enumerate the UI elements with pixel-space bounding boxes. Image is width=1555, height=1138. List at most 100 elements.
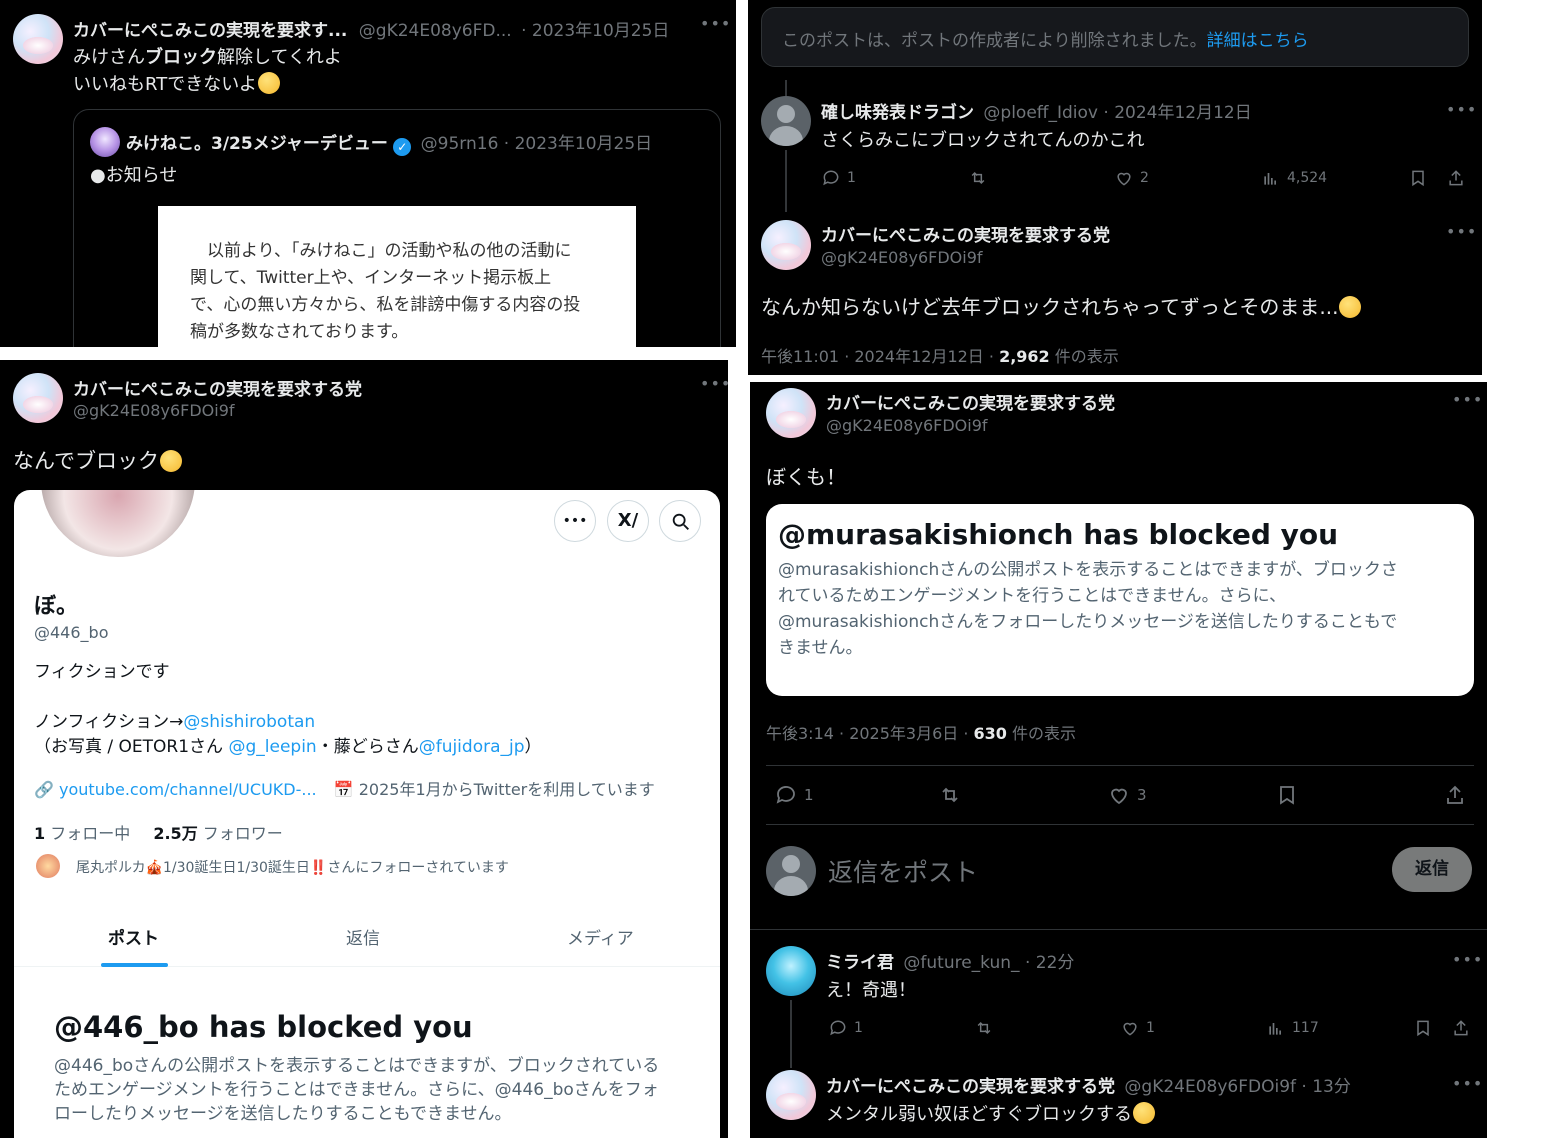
profile-website-link[interactable]: youtube.com/channel/UCUKD-... [59, 780, 317, 799]
profile-avatar [38, 490, 198, 560]
pleading-emoji-icon [1133, 1102, 1155, 1124]
repost-button[interactable] [974, 1018, 994, 1038]
author-avatar[interactable] [766, 1070, 816, 1120]
reply-submit-button[interactable]: 返信 [1392, 847, 1472, 892]
blocked-body: @murasakishionchさんの公開ポストを表示することはできますが、ブロ… [778, 560, 1398, 658]
blocked-body: @446_boさんの公開ポストを表示することはできますが、ブロックされている た… [54, 1056, 660, 1124]
more-icon[interactable]: ••• [700, 14, 731, 33]
more-icon[interactable]: ••• [1446, 222, 1477, 241]
reply-text: メンタル弱い奴ほどすぐブロックする [826, 1100, 1155, 1126]
repost-button[interactable] [968, 168, 988, 188]
repost-button[interactable] [938, 783, 962, 807]
reply-text: さくらみこにブロックされてんのかこれ [821, 130, 1145, 151]
like-button[interactable]: 1 [1120, 1018, 1155, 1038]
panel-tweet-profile: カバーにぺこみこの実現を要求する党 @gK24E08y6FDOi9f ••• な… [0, 360, 728, 1138]
crying-emoji-icon [257, 72, 280, 94]
post-text: ぼくも！ [766, 465, 846, 489]
more-icon[interactable]: ••• [700, 374, 728, 393]
view-count: 2,962 [999, 347, 1050, 366]
share-button[interactable] [1443, 783, 1467, 807]
bookmark-button[interactable] [1408, 168, 1428, 188]
more-options-button[interactable]: ••• [554, 500, 596, 542]
reply-button[interactable]: 1 [828, 1018, 863, 1038]
search-button[interactable] [659, 500, 701, 542]
bio-link-g-leepin[interactable]: @g_leepin [228, 737, 316, 757]
reply-author-handle[interactable]: @gK24E08y6FDOi9f · 13分 [1124, 1077, 1350, 1097]
bookmark-button[interactable] [1275, 783, 1299, 807]
view-count: 630 [973, 724, 1007, 743]
author-name[interactable]: カバーにぺこみこの実現を要求す... [73, 21, 347, 41]
search-icon [672, 513, 689, 530]
panel-tweet-detail: カバーにぺこみこの実現を要求する党 @gK24E08y6FDOi9f ••• ぼ… [750, 382, 1487, 1138]
reply-avatar[interactable] [761, 96, 811, 146]
profile-tabs: ポスト 返信 メディア [14, 910, 720, 967]
calendar-icon: 📅 [333, 780, 354, 799]
author-avatar[interactable] [766, 388, 816, 438]
share-button[interactable] [1451, 1018, 1471, 1038]
quote-avatar [90, 127, 120, 157]
reply-author-name[interactable]: カバーにぺこみこの実現を要求する党 [826, 1077, 1115, 1097]
like-button[interactable]: 2 [1114, 168, 1149, 188]
bio-link-fujidora[interactable]: @fujidora_jp [419, 737, 525, 757]
author-name[interactable]: カバーにぺこみこの実現を要求する党 [821, 221, 1110, 246]
views-stat[interactable]: 117 [1266, 1018, 1319, 1038]
reply-author-handle[interactable]: @future_kun_ · 22分 [903, 953, 1074, 973]
reply-author-name[interactable]: ミライ君 [826, 953, 894, 973]
quote-image[interactable]: 以前より、「みけねこ」の活動や私の他の活動に 関して、Twitter上や、インタ… [158, 206, 636, 347]
profile-display-name: ぼ。 [34, 594, 79, 619]
share-button[interactable] [1446, 168, 1466, 188]
author-avatar[interactable] [13, 14, 63, 64]
quote-author-handle: @95rn16 · 2023年10月25日 [420, 134, 653, 154]
blocked-screenshot[interactable]: @murasakishionch has blocked you @murasa… [766, 504, 1474, 696]
grok-icon[interactable]: X/ [607, 500, 649, 542]
more-icon[interactable]: ••• [1446, 100, 1477, 119]
author-avatar[interactable] [13, 373, 63, 423]
more-icon[interactable]: ••• [1452, 1074, 1483, 1093]
author-handle[interactable]: @gK24E08y6FDOi9f [826, 416, 988, 435]
more-icon[interactable]: ••• [1452, 950, 1483, 969]
followers-count[interactable]: 2.5万 フォロワー [153, 824, 282, 843]
current-user-avatar [766, 846, 816, 896]
like-button[interactable]: 3 [1107, 783, 1147, 807]
profile-bio: フィクションです ノンフィクション→@shishirobotan （お写真 / … [34, 662, 542, 757]
tab-media[interactable]: メディア [567, 924, 634, 949]
post-text: なんでブロック [13, 445, 182, 475]
author-handle[interactable]: @gK24E08y6FDOi9f [73, 401, 235, 420]
following-count[interactable]: 1 フォロー中 [34, 824, 130, 843]
quote-card[interactable]: みけねこ。3/25メジャーデビュー ✓ @95rn16 · 2023年10月25… [73, 109, 721, 347]
follower-avatar [36, 854, 60, 878]
followed-by-text[interactable]: 尾丸ポルカ🎪1/30誕生日1/30誕生日‼️さんにフォローされています [76, 857, 509, 877]
reply-button[interactable]: 1 [774, 783, 814, 807]
bio-link-shishirobotan[interactable]: @shishirobotan [183, 712, 315, 732]
panel-tweet-thread: このポストは、ポストの作成者により削除されました。詳細はこちら 確し味発表ドラゴ… [748, 0, 1482, 375]
author-handle[interactable]: @gK24E08y6FD... [359, 21, 512, 41]
sad-emoji-icon [1339, 296, 1362, 318]
more-icon[interactable]: ••• [1452, 390, 1483, 409]
post-meta: 午後11:01 · 2024年12月12日 · 2,962 件の表示 [761, 347, 1119, 366]
reply-input[interactable]: 返信をポスト [828, 853, 978, 889]
post-text: みけさんブロック解除してくれよ いいねもRTできないよ [73, 47, 342, 95]
views-stat[interactable]: 4,524 [1261, 168, 1327, 188]
bookmark-button[interactable] [1413, 1018, 1433, 1038]
reply-text: え！奇遇！ [826, 980, 916, 1001]
tab-posts[interactable]: ポスト [108, 924, 159, 949]
reply-avatar[interactable] [766, 946, 816, 996]
blocked-title: @446_bo has blocked you [54, 1010, 473, 1044]
tab-replies[interactable]: 返信 [346, 924, 380, 949]
blocked-title: @murasakishionch has blocked you [778, 518, 1339, 551]
reply-button[interactable]: 1 [821, 168, 856, 188]
post-meta: 午後3:14 · 2025年3月6日 · 630 件の表示 [766, 724, 1077, 743]
details-link[interactable]: 詳細はこちら [1207, 31, 1309, 51]
profile-screenshot[interactable]: ••• X/ ぼ。 @446_bo フィクションです ノンフィクション→@shi… [14, 490, 720, 1138]
post-date[interactable]: · 2023年10月25日 [521, 21, 669, 41]
verified-badge-icon: ✓ [393, 138, 412, 156]
reply-author-name[interactable]: 確し味発表ドラゴン [821, 103, 974, 123]
profile-joined-date: 2025年1月からTwitterを利用しています [358, 780, 655, 799]
reply-author-handle[interactable]: @ploeff_Idiov · 2024年12月12日 [983, 103, 1251, 123]
author-avatar[interactable] [761, 220, 811, 270]
panel-tweet-quote: カバーにぺこみこの実現を要求す... @gK24E08y6FD... · 202… [0, 0, 736, 347]
author-name[interactable]: カバーにぺこみこの実現を要求する党 [826, 389, 1115, 414]
author-handle[interactable]: @gK24E08y6FDOi9f [821, 248, 983, 267]
quote-text: ●お知らせ [90, 165, 178, 186]
author-name[interactable]: カバーにぺこみこの実現を要求する党 [73, 375, 362, 400]
